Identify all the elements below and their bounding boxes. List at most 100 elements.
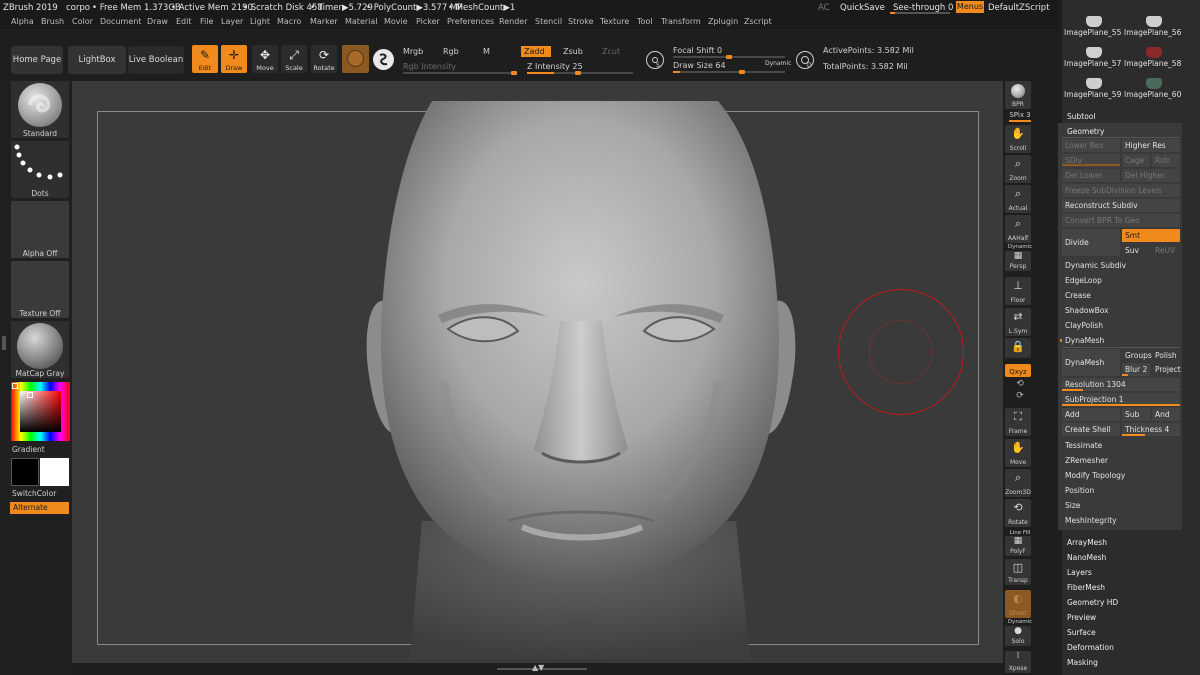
brush-slot[interactable]: Standard xyxy=(11,81,69,138)
imageplane-thumb-59[interactable]: ImagePlane_59 xyxy=(1058,78,1121,99)
rotate-y-icon[interactable]: ⟲ xyxy=(1005,379,1035,389)
menu-material[interactable]: Material xyxy=(345,17,378,26)
z-intensity-knob[interactable] xyxy=(575,71,581,75)
menu-transform[interactable]: Transform xyxy=(661,17,701,26)
rgb-intensity-knob[interactable] xyxy=(511,71,517,75)
zsub-toggle[interactable]: Zsub xyxy=(563,47,583,56)
bpr-button[interactable]: BPR xyxy=(1005,81,1031,109)
mrgb-toggle[interactable]: Mrgb xyxy=(403,47,423,56)
material-slot[interactable]: MatCap Gray xyxy=(11,321,69,378)
crease-header[interactable]: Crease xyxy=(1062,289,1180,302)
focal-shift-icon[interactable] xyxy=(646,51,664,69)
ghost-button[interactable]: ◐ Ghost xyxy=(1005,590,1031,618)
gradient-label[interactable]: Gradient xyxy=(12,445,45,454)
nanomesh-header[interactable]: NanoMesh xyxy=(1067,553,1106,562)
arraymesh-header[interactable]: ArrayMesh xyxy=(1067,538,1107,547)
menu-alpha[interactable]: Alpha xyxy=(11,17,34,26)
home-page-button[interactable]: Home Page xyxy=(11,46,63,74)
divide-button[interactable]: Divide xyxy=(1062,229,1120,256)
imageplane-thumb-56[interactable]: ImagePlane_56 xyxy=(1118,16,1181,37)
transp-button[interactable]: ◫ Transp xyxy=(1005,559,1031,585)
tessimate-header[interactable]: Tessimate xyxy=(1062,439,1180,452)
dynamesh-header[interactable]: DynaMesh xyxy=(1062,334,1180,347)
menu-tool[interactable]: Tool xyxy=(637,17,653,26)
add-button[interactable]: Add xyxy=(1062,408,1120,421)
menu-light[interactable]: Light xyxy=(250,17,270,26)
freeze-subdivision-button[interactable]: Freeze SubDivision Levels xyxy=(1062,184,1180,197)
polyf-button[interactable]: ▦ PolyF xyxy=(1005,536,1031,556)
document-canvas[interactable] xyxy=(72,81,1003,663)
aahalf-button[interactable]: ⌕ AAHalf xyxy=(1005,215,1031,243)
persp-button[interactable]: ▦ Persp xyxy=(1005,251,1031,271)
rotate-z-icon[interactable]: ⟳ xyxy=(1005,391,1035,401)
del-higher-button[interactable]: Del Higher xyxy=(1122,169,1180,182)
zoom-button[interactable]: ⌕ Zoom xyxy=(1005,155,1031,183)
zremesher-header[interactable]: ZRemesher xyxy=(1062,454,1180,467)
subtool-header[interactable]: Subtool xyxy=(1067,112,1095,121)
polish-toggle[interactable]: Polish xyxy=(1152,349,1180,362)
size-header[interactable]: Size xyxy=(1062,499,1180,512)
rgb-toggle[interactable]: Rgb xyxy=(443,47,459,56)
higher-res-button[interactable]: Higher Res xyxy=(1122,139,1180,152)
quicksave-button[interactable]: QuickSave xyxy=(840,3,885,13)
polyframe-icon[interactable] xyxy=(373,49,394,70)
and-button[interactable]: And xyxy=(1152,408,1180,421)
menu-zscript[interactable]: Zscript xyxy=(744,17,772,26)
dynamic-solo-toggle[interactable]: Dynamic xyxy=(1005,619,1035,625)
scroll-button[interactable]: ✋ Scroll xyxy=(1005,125,1031,153)
alpha-slot[interactable]: Alpha Off xyxy=(11,201,69,258)
menu-brush[interactable]: Brush xyxy=(41,17,64,26)
menu-file[interactable]: File xyxy=(200,17,213,26)
lower-res-button[interactable]: Lower Res xyxy=(1062,139,1120,152)
deformation-header[interactable]: Deformation xyxy=(1067,643,1114,652)
z-intensity-slider[interactable]: Z Intensity 25 xyxy=(527,62,583,71)
fibermesh-header[interactable]: FiberMesh xyxy=(1067,583,1105,592)
dynamesh-button[interactable]: DynaMesh xyxy=(1062,349,1120,376)
masking-header[interactable]: Masking xyxy=(1067,658,1098,667)
menu-draw[interactable]: Draw xyxy=(147,17,168,26)
menu-color[interactable]: Color xyxy=(72,17,93,26)
menu-layer[interactable]: Layer xyxy=(221,17,243,26)
claypolish-header[interactable]: ClayPolish xyxy=(1062,319,1180,332)
primary-color-swatch[interactable] xyxy=(40,458,69,486)
geometry-hd-header[interactable]: Geometry HD xyxy=(1067,598,1118,607)
menu-marker[interactable]: Marker xyxy=(310,17,338,26)
switch-color-button[interactable]: SwitchColor xyxy=(12,489,56,498)
imageplane-thumb-55[interactable]: ImagePlane_55 xyxy=(1058,16,1121,37)
menu-picker[interactable]: Picker xyxy=(416,17,440,26)
focal-shift-slider[interactable]: Focal Shift 0 xyxy=(673,46,722,55)
zoom3d-button[interactable]: ⌕ Zoom3D xyxy=(1005,469,1031,497)
rotate-view-button[interactable]: ⟲ Rotate xyxy=(1005,499,1031,527)
groups-toggle[interactable]: Groups xyxy=(1122,349,1152,362)
meshintegrity-header[interactable]: MeshIntegrity xyxy=(1062,514,1180,527)
modify-topology-header[interactable]: Modify Topology xyxy=(1062,469,1180,482)
menu-stencil[interactable]: Stencil xyxy=(535,17,562,26)
project-toggle[interactable]: Project xyxy=(1152,363,1181,376)
menu-macro[interactable]: Macro xyxy=(277,17,301,26)
xyz-button[interactable]: Qxyz xyxy=(1005,364,1031,377)
see-through-slider[interactable]: See-through 0 xyxy=(890,2,953,14)
menu-texture[interactable]: Texture xyxy=(600,17,629,26)
m-toggle[interactable]: M xyxy=(483,47,490,56)
edit-button[interactable]: ✎ Edit xyxy=(192,45,218,73)
dynamic-persp-toggle[interactable]: Dynamic xyxy=(1005,244,1035,250)
dynamic-size-toggle[interactable]: Dynamic xyxy=(765,60,791,67)
preview-header[interactable]: Preview xyxy=(1067,613,1096,622)
bottom-shelf-arrows-icon[interactable]: ▲▼ xyxy=(532,663,544,672)
convert-bpr-button[interactable]: Convert BPR To Geo xyxy=(1062,214,1180,227)
menu-edit[interactable]: Edit xyxy=(176,17,192,26)
imageplane-thumb-60[interactable]: ImagePlane_60 xyxy=(1118,78,1181,99)
spix-slider[interactable]: SPix 3 xyxy=(1005,111,1035,119)
menu-zplugin[interactable]: Zplugin xyxy=(708,17,738,26)
imageplane-thumb-57[interactable]: ImagePlane_57 xyxy=(1058,47,1121,68)
geometry-header[interactable]: Geometry xyxy=(1067,127,1104,136)
left-collapse-handle[interactable] xyxy=(2,336,6,350)
texture-slot[interactable]: Texture Off xyxy=(11,261,69,318)
rstr-button[interactable]: Rstr xyxy=(1152,154,1180,167)
surface-header[interactable]: Surface xyxy=(1067,628,1096,637)
actual-button[interactable]: ⌕ Actual xyxy=(1005,185,1031,213)
smt-toggle[interactable]: Smt xyxy=(1122,229,1180,242)
del-lower-button[interactable]: Del Lower xyxy=(1062,169,1120,182)
sub-button[interactable]: Sub xyxy=(1122,408,1150,421)
draw-size-slider[interactable]: Draw Size 64 xyxy=(673,61,726,70)
